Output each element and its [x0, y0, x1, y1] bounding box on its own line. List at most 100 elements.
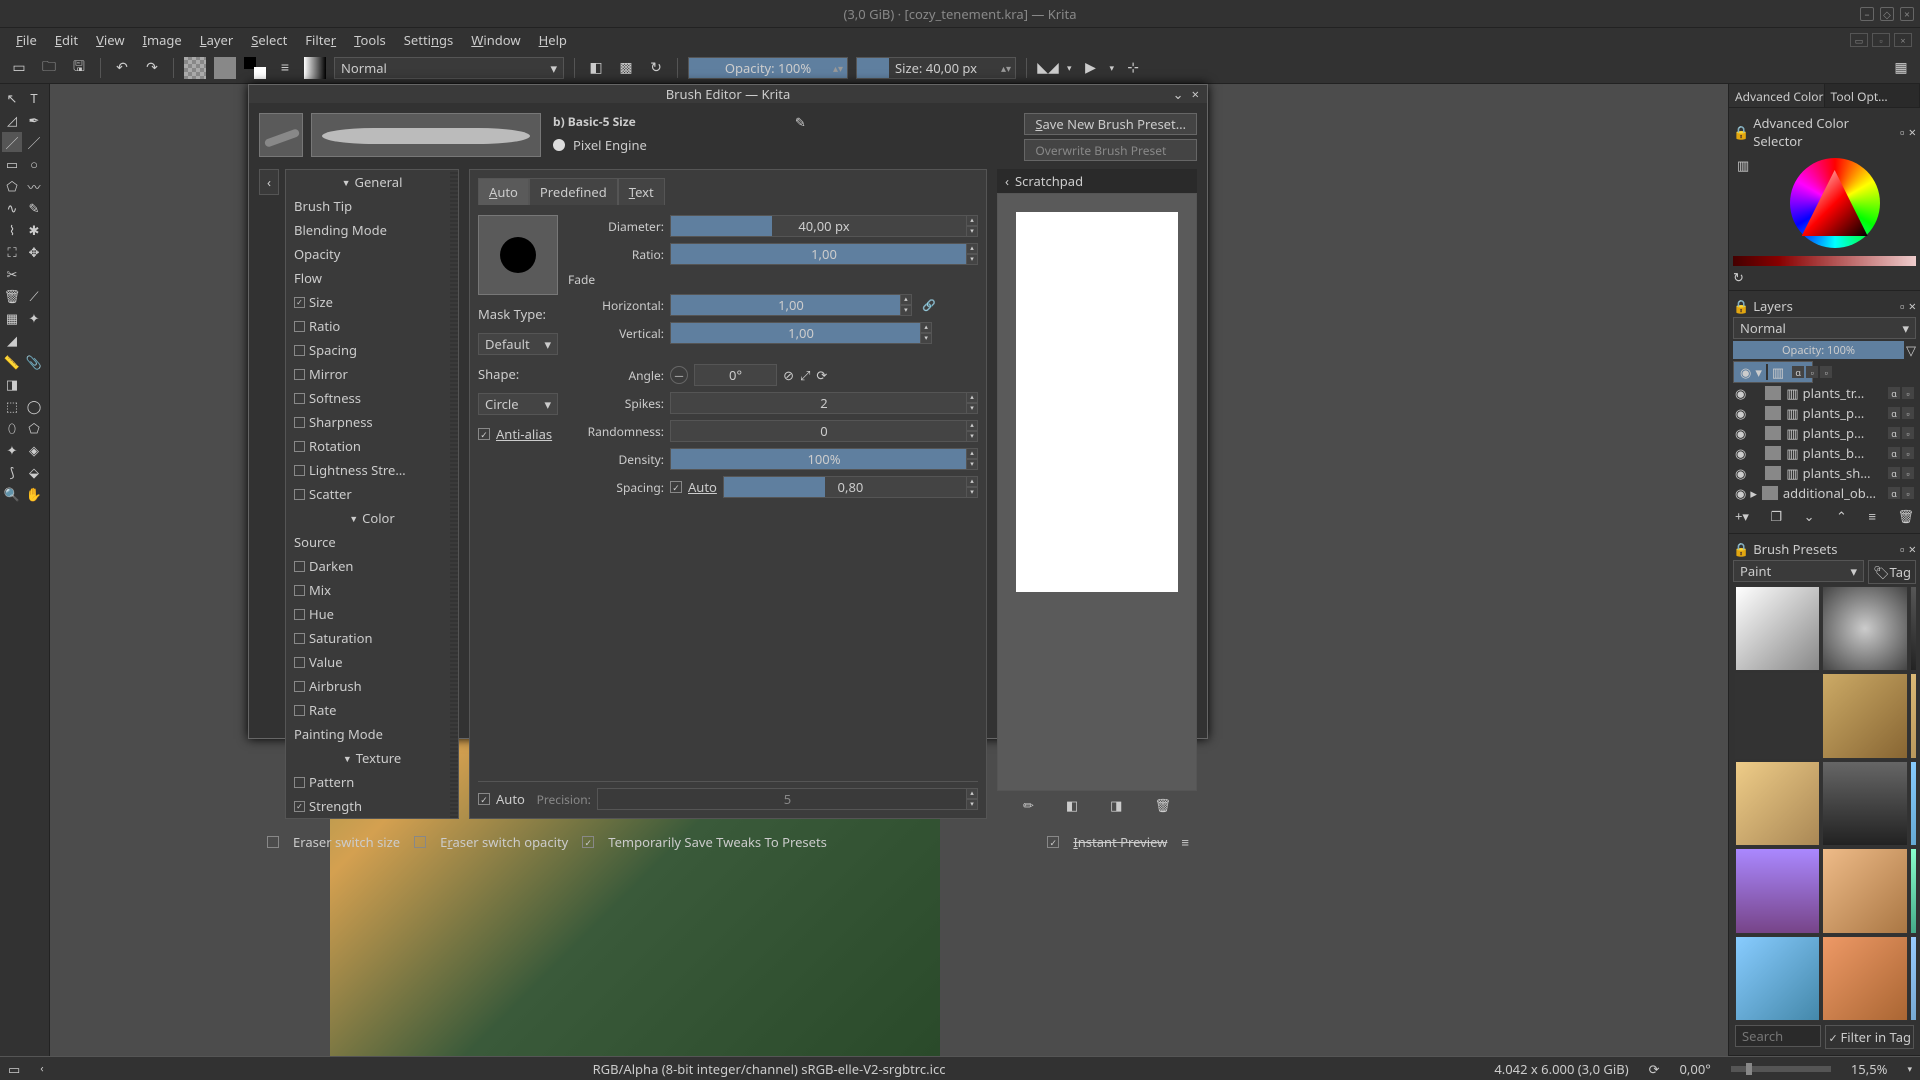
angle-preset-icon[interactable]: ⤢ — [800, 366, 810, 384]
pan-tool-icon[interactable]: ✋ — [24, 484, 44, 504]
visibility-icon[interactable]: ◉ — [1735, 384, 1746, 402]
opacity-slider[interactable]: Opacity: 100%▴▾ — [688, 57, 848, 79]
color-picker-icon[interactable]: ⟋ — [24, 286, 44, 306]
layer-blend-dropdown[interactable]: Normal▾ — [1733, 317, 1916, 339]
menu-layer[interactable]: Layer — [192, 29, 241, 51]
link-fade-icon[interactable]: 🔗 — [922, 298, 936, 313]
prop-sharpness[interactable]: Sharpness — [286, 410, 458, 434]
visibility-icon[interactable]: ◉ — [1735, 444, 1746, 462]
layer-row[interactable]: ◉▾▥plants_d…α▫▫ — [1733, 361, 1813, 383]
text-tool-icon[interactable]: T — [24, 88, 44, 108]
prop-strength[interactable]: Strength — [286, 794, 458, 818]
wrap-around-icon[interactable]: ⊹ — [1122, 57, 1144, 79]
brush-tool-icon[interactable]: ／ — [2, 132, 22, 152]
prop-saturation[interactable]: Saturation — [286, 626, 458, 650]
prop-rotation[interactable]: Rotation — [286, 434, 458, 458]
prop-painting-mode[interactable]: Painting Mode — [286, 722, 458, 746]
overwrite-preset-button[interactable]: Overwrite Brush Preset — [1024, 139, 1197, 161]
dialog-titlebar[interactable]: Brush Editor — Krita ⌄× — [249, 85, 1207, 103]
bezier-tool-icon[interactable]: ∿ — [2, 198, 22, 218]
pattern-edit-icon[interactable]: ▦ — [2, 308, 22, 328]
rename-icon[interactable]: ✎ — [795, 113, 806, 131]
crop-tool-icon[interactable]: ✂ — [2, 264, 22, 284]
subtab-predefined[interactable]: Predefined — [529, 178, 618, 205]
shape-dropdown[interactable]: Circle▾ — [478, 393, 558, 415]
workspace-close-icon[interactable]: × — [1894, 33, 1912, 47]
color-swap-icon[interactable] — [244, 57, 266, 79]
menu-image[interactable]: Image — [135, 29, 190, 51]
save-new-preset-button[interactable]: Save New Brush Preset… — [1024, 113, 1197, 135]
zoom-tool-icon[interactable]: 🔍 — [2, 484, 22, 504]
prop-source[interactable]: Source — [286, 530, 458, 554]
lock-icon[interactable]: 🔒 — [1733, 540, 1749, 558]
prop-softness[interactable]: Softness — [286, 386, 458, 410]
layer-row[interactable]: ◉▥plants_p…α▫ — [1733, 403, 1916, 423]
menu-settings[interactable]: Settings — [396, 29, 462, 51]
window-minimize-icon[interactable]: – — [1860, 7, 1874, 21]
visibility-icon[interactable]: ◉ — [1740, 363, 1751, 381]
prop-mirror[interactable]: Mirror — [286, 362, 458, 386]
filter-tag-toggle[interactable]: ✓ Filter in Tag — [1825, 1025, 1914, 1049]
prop-brush-tip[interactable]: Brush Tip — [286, 194, 458, 218]
color-wheel[interactable] — [1790, 158, 1880, 248]
close-dialog-icon[interactable]: × — [1192, 85, 1199, 103]
brush-preset[interactable] — [1822, 673, 1907, 758]
lock-icon[interactable]: 🔒 — [1733, 297, 1749, 315]
fade-horizontal-slider[interactable]: 1,00▴▾ — [670, 294, 912, 316]
layer-row[interactable]: ◉▥plants_sh…α▫ — [1733, 463, 1916, 483]
brush-preset[interactable] — [1910, 673, 1916, 758]
preset-tag-dropdown[interactable]: Paint▾ — [1733, 560, 1864, 582]
refresh-icon[interactable]: ↻ — [1733, 268, 1744, 286]
multibrush-icon[interactable]: ✱ — [24, 220, 44, 240]
zoom-level[interactable]: 15,5% — [1851, 1060, 1888, 1078]
fill-bg-icon[interactable]: ◧ — [1066, 796, 1078, 814]
window-close-icon[interactable]: × — [1900, 7, 1914, 21]
polygon-tool-icon[interactable]: ⬠ — [2, 176, 22, 196]
close-docker-icon[interactable]: × — [1909, 123, 1916, 141]
float-docker-icon[interactable]: ▫ — [1900, 123, 1905, 141]
dynamic-brush-icon[interactable]: ⌇ — [2, 220, 22, 240]
popup-icon[interactable]: ▥ — [1733, 152, 1753, 254]
prop-scatter[interactable]: Scatter — [286, 482, 458, 506]
close-docker-icon[interactable]: × — [1909, 297, 1916, 315]
reference-tool-icon[interactable]: 📎 — [24, 352, 44, 372]
move-up-icon[interactable]: ⌃ — [1836, 507, 1847, 525]
filter-icon[interactable]: ▽ — [1906, 341, 1916, 359]
open-file-icon[interactable]: 🗀 — [38, 57, 60, 79]
precision-auto-checkbox[interactable] — [478, 793, 490, 805]
alpha-lock-icon[interactable]: ▩ — [615, 57, 637, 79]
mirror-vertical-icon[interactable]: ▶ — [1080, 57, 1102, 79]
preset-search-input[interactable] — [1735, 1025, 1821, 1047]
select-rect-icon[interactable]: ⬚ — [2, 396, 22, 416]
brush-preset[interactable] — [1735, 848, 1820, 933]
prop-rate[interactable]: Rate — [286, 698, 458, 722]
brush-preset[interactable] — [1910, 848, 1916, 933]
prop-opacity[interactable]: Opacity — [286, 242, 458, 266]
select-ellipse-icon[interactable]: ◯ — [24, 396, 44, 416]
visibility-icon[interactable]: ◉ — [1735, 424, 1746, 442]
workspace-lock-icon[interactable]: ▭ — [1850, 33, 1868, 47]
brush-preset[interactable] — [1822, 586, 1907, 671]
prop-ratio[interactable]: Ratio — [286, 314, 458, 338]
density-slider[interactable]: 100%▴▾ — [670, 448, 978, 470]
menu-edit[interactable]: Edit — [47, 29, 86, 51]
brush-preset[interactable] — [1735, 761, 1820, 846]
brush-icon[interactable]: ✏ — [1023, 796, 1034, 814]
collapse-scratch-icon[interactable]: ‹ — [1005, 172, 1009, 190]
prop-flow[interactable]: Flow — [286, 266, 458, 290]
prop-mix[interactable]: Mix — [286, 578, 458, 602]
layer-opacity-slider[interactable]: Opacity: 100% — [1733, 341, 1904, 359]
rotate-canvas-icon[interactable]: ⟳ — [1649, 1060, 1660, 1078]
ellipse-tool-icon[interactable]: ○ — [24, 154, 44, 174]
brush-size-slider[interactable]: Size: 40,00 px▴▾ — [856, 57, 1016, 79]
angle-input[interactable]: 0° — [694, 364, 777, 386]
brush-preset[interactable] — [1822, 761, 1907, 846]
diameter-slider[interactable]: 40,00 px▴▾ — [670, 215, 978, 237]
brush-preset[interactable] — [1822, 848, 1907, 933]
menu-file[interactable]: File — [8, 29, 45, 51]
color-profile-label[interactable]: RGB/Alpha (8-bit integer/channel) sRGB-e… — [593, 1060, 946, 1078]
prop-size[interactable]: Size — [286, 290, 458, 314]
workspace-min-icon[interactable]: ▫ — [1872, 33, 1890, 47]
brush-preset[interactable] — [1735, 673, 1820, 758]
collapse-icon[interactable]: ⌄ — [1173, 85, 1184, 103]
